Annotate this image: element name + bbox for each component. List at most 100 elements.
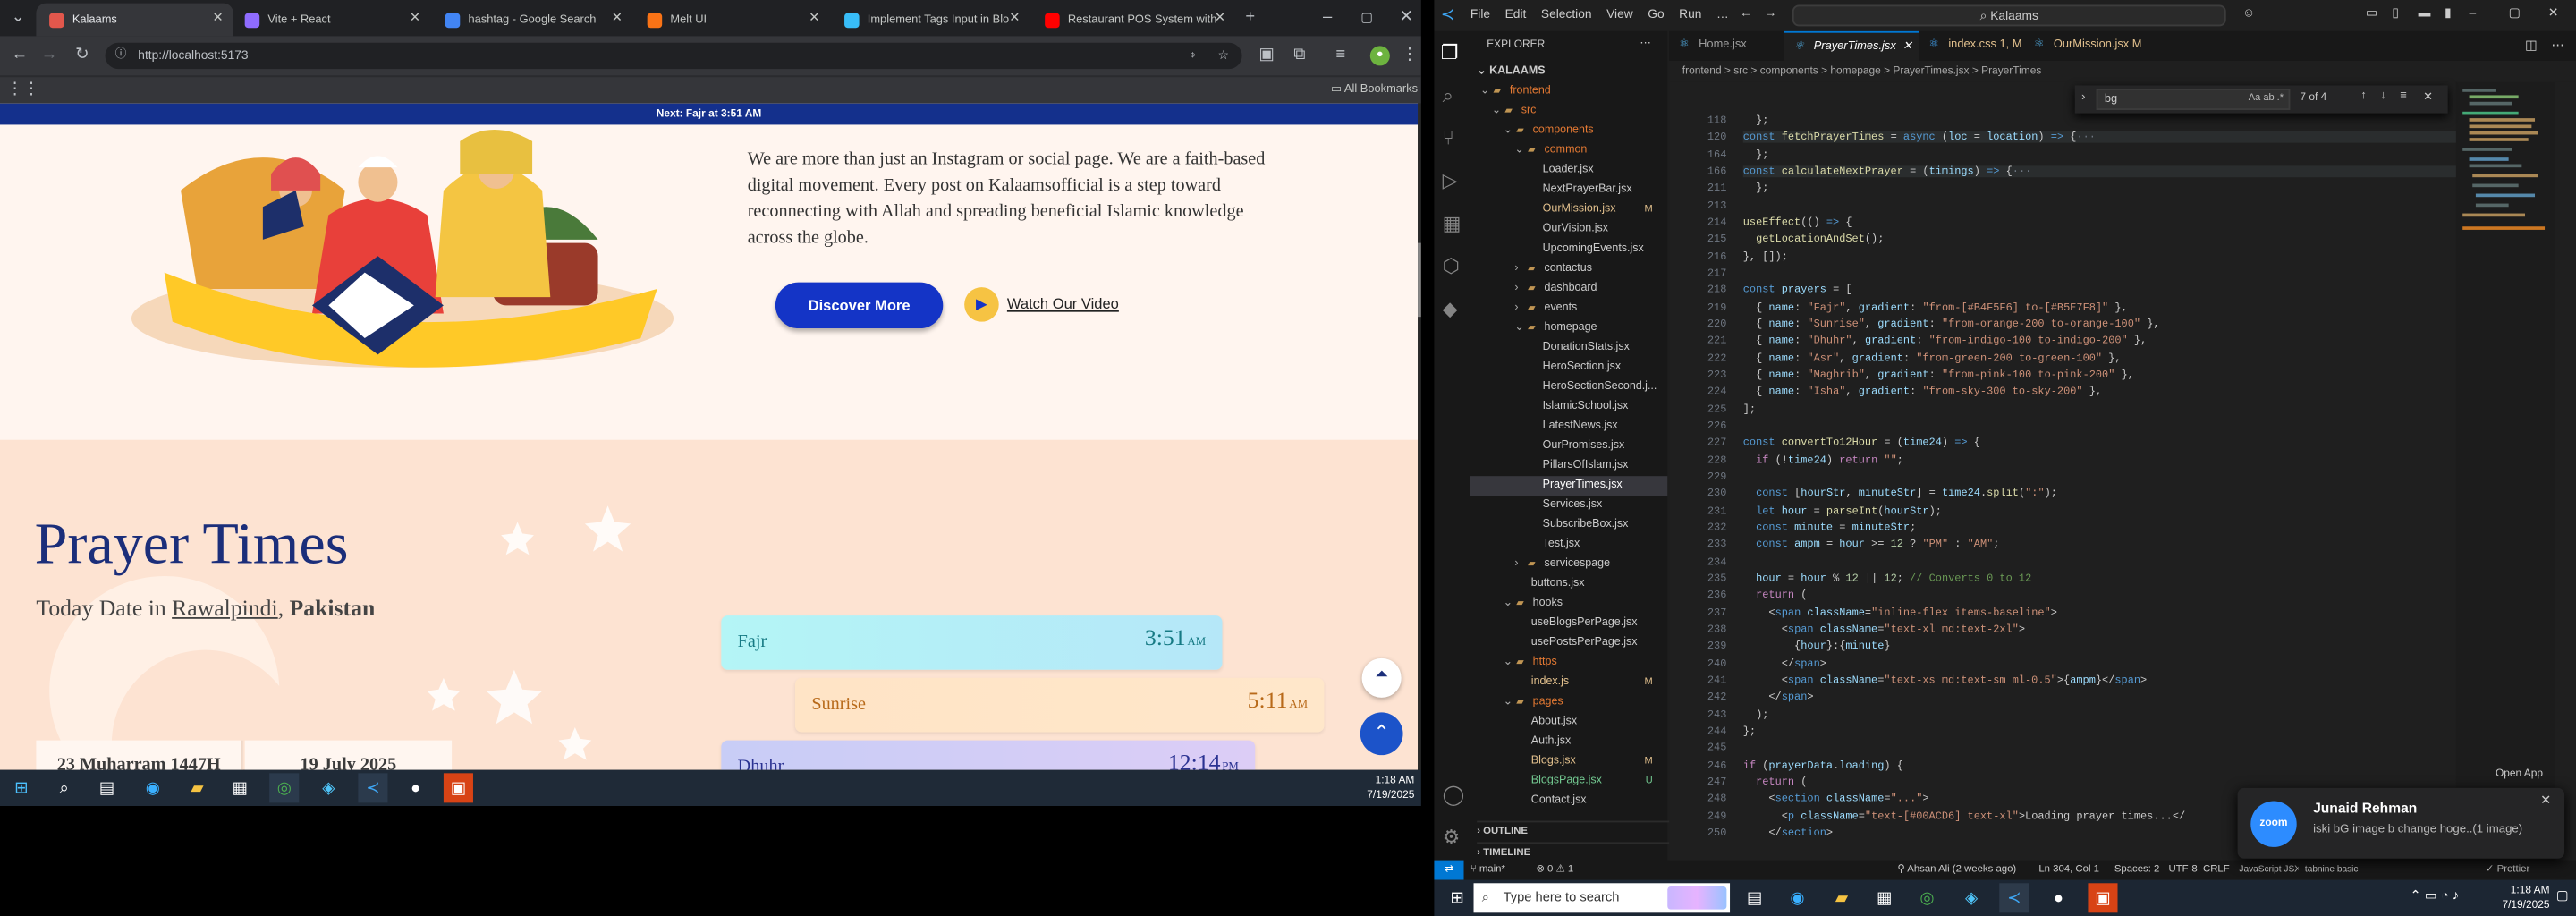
task-view-icon-2[interactable]: ▤	[1740, 883, 1769, 912]
tree-file[interactable]: useBlogsPerPage.jsx	[1470, 614, 1667, 633]
tree-folder[interactable]: › ▰ events	[1470, 299, 1667, 318]
extensions-icon[interactable]: ▦	[1443, 212, 1462, 235]
outline-section[interactable]: › OUTLINE	[1477, 820, 1674, 837]
blame-status[interactable]: ⚲ Ahsan Ali (2 weeks ago)	[1897, 861, 2016, 880]
taskbar-search[interactable]: ⌕ Type here to search	[1473, 883, 1731, 913]
run-debug-icon[interactable]: ▷	[1443, 169, 1458, 192]
tab-close-icon[interactable]: ✕	[612, 10, 623, 25]
github-icon-2[interactable]: ●	[2044, 883, 2073, 912]
maximize-icon[interactable]: ▢	[1353, 5, 1379, 31]
menu-item[interactable]: Selection	[1541, 6, 1592, 21]
find-options-icon[interactable]: Aa ab .*	[2249, 90, 2284, 108]
editor-tab[interactable]: ⚛ index.css 1, M	[1919, 31, 2024, 61]
remote-indicator-icon[interactable]: ⇄	[1434, 860, 1464, 880]
tree-file[interactable]: IslamicSchool.jsx	[1470, 397, 1667, 417]
scroll-to-top-button[interactable]: ⌃	[1360, 712, 1403, 756]
tree-file[interactable]: NextPrayerBar.jsx	[1470, 181, 1667, 200]
location-icon[interactable]: ⌖	[1189, 43, 1196, 69]
toggle-replace-icon[interactable]: ›	[2081, 92, 2085, 104]
menu-item[interactable]: Run	[1679, 6, 1701, 21]
tree-file[interactable]: PillarsOfIslam.jsx	[1470, 456, 1667, 476]
menu-item[interactable]: Go	[1648, 6, 1664, 21]
indentation[interactable]: Spaces: 2	[2114, 861, 2160, 880]
tree-file[interactable]: BlogsPage.jsx U	[1470, 771, 1667, 791]
tree-folder[interactable]: ⌄ ▰ frontend	[1470, 82, 1667, 102]
find-next-icon[interactable]: ↓	[2380, 90, 2385, 102]
split-editor-icon[interactable]: ◫	[2525, 38, 2538, 53]
site-info-icon[interactable]: ⓘ	[115, 43, 127, 69]
find-prev-icon[interactable]: ↑	[2360, 90, 2366, 102]
zoom-notification[interactable]: zoom Junaid Rehman iski bG image b chang…	[2237, 787, 2565, 859]
find-selection-icon[interactable]: ≡	[2400, 90, 2407, 102]
tree-file[interactable]: Services.jsx	[1470, 496, 1667, 515]
language-mode[interactable]: JavaScript JSX	[2239, 861, 2298, 880]
tree-folder[interactable]: ⌄ ▰ pages	[1470, 692, 1667, 712]
search-icon[interactable]: ⌕	[49, 773, 79, 802]
command-center[interactable]: ⌕ Kalaams	[1792, 4, 2226, 27]
tab-close-icon[interactable]: ✕	[1215, 10, 1225, 25]
branch-status[interactable]: ⑂ main*	[1470, 861, 1505, 880]
page-scrollbar[interactable]	[1418, 103, 1421, 770]
app2-icon[interactable]: ▣	[443, 773, 473, 803]
bookmark-star-icon[interactable]: ☆	[1217, 43, 1228, 69]
prettier-status[interactable]: ✓ Prettier	[2486, 861, 2529, 880]
browser-tab[interactable]: Vite + React ✕	[232, 4, 430, 37]
find-input[interactable]: bg Aa ab .*	[2096, 89, 2291, 110]
vscode-icon[interactable]: ≺	[358, 773, 388, 803]
app-icon-2[interactable]: ◈	[1957, 883, 1987, 912]
tree-file[interactable]: OurVision.jsx	[1470, 220, 1667, 240]
watch-video-link[interactable]: Watch Our Video	[1007, 295, 1119, 311]
editor-more-icon[interactable]: ⋯	[2551, 38, 2564, 53]
discover-more-button[interactable]: Discover More	[775, 282, 944, 329]
tree-file[interactable]: About.jsx	[1470, 712, 1667, 732]
tree-file[interactable]: Contact.jsx	[1470, 792, 1667, 811]
breadcrumb[interactable]: frontend > src > components > homepage >…	[1669, 60, 2576, 82]
root-folder[interactable]: ⌄ KALAAMS	[1477, 64, 1545, 77]
eol[interactable]: CRLF	[2203, 861, 2230, 880]
tree-file[interactable]: UpcomingEvents.jsx	[1470, 240, 1667, 259]
problems-status[interactable]: ⊗ 0 ⚠ 1	[1536, 861, 1573, 880]
forward-icon[interactable]: →	[36, 43, 62, 69]
all-bookmarks[interactable]: ▭ All Bookmarks	[1331, 82, 1418, 96]
store-icon[interactable]: ▦	[225, 773, 255, 802]
code-viewport[interactable]: 118 }; 120 const fetchPrayerTimes = async …	[1669, 81, 2576, 861]
toast-close-icon[interactable]: ✕	[2540, 793, 2551, 808]
layout-icon[interactable]: ▭	[2366, 5, 2377, 21]
tree-folder[interactable]: ⌄ ▰ hooks	[1470, 594, 1667, 614]
start-icon[interactable]: ⊞	[1443, 883, 1472, 912]
browser-tab[interactable]: Kalaams ✕	[36, 3, 233, 37]
address-bar[interactable]: ⓘ http://localhost:5173 ⌖ ☆	[105, 42, 1242, 70]
tree-folder[interactable]: ⌄ ▰ homepage	[1470, 318, 1667, 338]
tab-close-icon[interactable]: ✕	[410, 10, 420, 25]
browser-tab[interactable]: Implement Tags Input in Blo ✕	[831, 4, 1030, 37]
nav-forward-icon[interactable]: →	[1765, 5, 1777, 21]
tree-folder[interactable]: › ▰ servicespage	[1470, 555, 1667, 574]
file-explorer-icon-2[interactable]: ▰	[1826, 883, 1856, 912]
file-explorer-icon[interactable]: ▰	[182, 773, 212, 802]
editor-tab[interactable]: ⚛ OurMission.jsx M	[2024, 31, 2152, 61]
menu-item[interactable]: Edit	[1505, 6, 1527, 21]
tree-file[interactable]: OurPromises.jsx	[1470, 437, 1667, 456]
explorer-more-icon[interactable]: ⋯	[1640, 36, 1650, 49]
tab-search-icon[interactable]: ⌄	[5, 5, 31, 31]
browser-tab[interactable]: Restaurant POS System with ✕	[1031, 4, 1235, 37]
scroll-top-outline-button[interactable]: ⏶	[1361, 657, 1402, 698]
tree-file[interactable]: DonationStats.jsx	[1470, 338, 1667, 358]
edge-icon[interactable]: ◉	[138, 773, 167, 802]
manage-gear-icon[interactable]: ⚙	[1443, 826, 1461, 849]
tree-folder[interactable]: ⌄ ▰ common	[1470, 141, 1667, 161]
puzzle-icon[interactable]: ⧉	[1286, 43, 1312, 69]
task-view-icon[interactable]: ▤	[92, 773, 122, 802]
tab-close-icon[interactable]: ✕	[212, 10, 223, 25]
edge-icon-2[interactable]: ◉	[1783, 883, 1812, 912]
source-control-icon[interactable]: ⑂	[1443, 126, 1454, 149]
new-tab-icon[interactable]: +	[1237, 5, 1263, 31]
app2-icon-2[interactable]: ▣	[2088, 883, 2118, 913]
timeline-section[interactable]: › TIMELINE	[1477, 842, 1674, 859]
tree-file[interactable]: HeroSection.jsx	[1470, 358, 1667, 377]
tree-file[interactable]: usePostsPerPage.jsx	[1470, 633, 1667, 653]
accounts-icon[interactable]: ◯	[1443, 783, 1465, 806]
minimap[interactable]	[2455, 81, 2555, 861]
tree-file[interactable]: PrayerTimes.jsx	[1470, 476, 1668, 496]
tree-file[interactable]: index.js M	[1470, 673, 1667, 692]
